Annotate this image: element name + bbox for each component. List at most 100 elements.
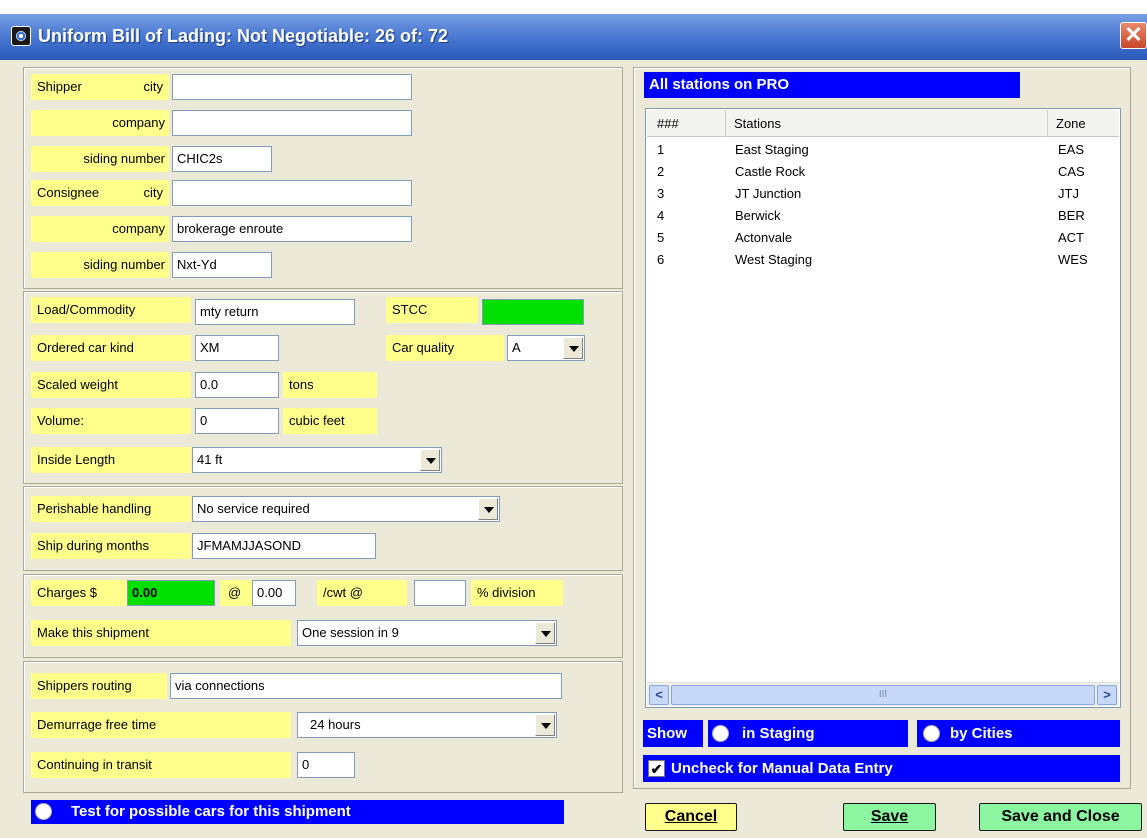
chevron-down-icon[interactable]: [420, 449, 440, 471]
station-zone: JTJ: [1058, 186, 1079, 201]
demurrage-label: Demurrage free time: [31, 712, 291, 738]
table-row[interactable]: 1 East Staging EAS: [647, 139, 1119, 161]
station-name: Berwick: [735, 208, 781, 223]
inside-length-select[interactable]: 41 ft: [192, 447, 442, 473]
perishable-select[interactable]: No service required: [192, 496, 500, 522]
shipper-company-field[interactable]: [172, 110, 412, 136]
inside-length-label: Inside Length: [31, 447, 191, 473]
station-name: JT Junction: [735, 186, 802, 201]
rate-field[interactable]: 0.00: [252, 580, 296, 606]
shipper-city-field[interactable]: [172, 74, 412, 100]
title-bar: Uniform Bill of Lading: Not Negotiable: …: [0, 14, 1147, 60]
station-name: West Staging: [735, 252, 813, 267]
in-staging-option[interactable]: in Staging: [708, 720, 908, 747]
weight-label: Scaled weight: [31, 372, 191, 398]
perishable-label: Perishable handling: [31, 496, 191, 522]
scroll-right-icon[interactable]: >: [1097, 685, 1117, 705]
city-label: city: [143, 185, 164, 200]
car-kind-label: Ordered car kind: [31, 335, 191, 361]
consignee-city-label: Consignee city: [31, 180, 169, 206]
table-row[interactable]: 2 Castle Rock CAS: [647, 161, 1119, 183]
close-button[interactable]: ✕: [1120, 22, 1147, 49]
show-bar: Show: [643, 720, 703, 747]
by-cities-label: by Cities: [950, 725, 1013, 742]
test-cars-radio[interactable]: [35, 803, 52, 820]
save-and-close-button[interactable]: Save and Close: [979, 803, 1142, 831]
transit-field[interactable]: 0: [297, 752, 355, 778]
demurrage-select[interactable]: 24 hours: [297, 712, 557, 738]
inside-length-value: 41 ft: [197, 452, 223, 467]
column-header-number[interactable]: ###: [647, 110, 726, 137]
car-quality-select[interactable]: A: [507, 335, 585, 361]
stations-list-header: ### Stations Zone: [647, 110, 1119, 137]
chevron-down-icon[interactable]: [535, 622, 555, 644]
table-row[interactable]: 5 Actonvale ACT: [647, 227, 1119, 249]
table-row[interactable]: 4 Berwick BER: [647, 205, 1119, 227]
chevron-down-icon[interactable]: [535, 714, 555, 736]
car-kind-field[interactable]: XM: [195, 335, 279, 361]
station-name: Actonvale: [735, 230, 793, 245]
cancel-button[interactable]: Cancel: [645, 803, 737, 831]
chevron-down-icon[interactable]: [478, 498, 498, 520]
volume-field[interactable]: 0: [195, 408, 279, 434]
station-number: 6: [657, 252, 665, 267]
screen-edge: [0, 0, 1147, 14]
save-button[interactable]: Save: [843, 803, 936, 831]
volume-unit: cubic feet: [283, 408, 377, 434]
by-cities-option[interactable]: by Cities: [917, 720, 1120, 747]
save-label: Save: [870, 808, 909, 825]
column-header-zone[interactable]: Zone: [1048, 110, 1119, 137]
by-cities-radio[interactable]: [923, 725, 940, 742]
scroll-left-icon[interactable]: <: [649, 685, 669, 705]
consignee-company-field[interactable]: brokerage enroute: [172, 216, 412, 242]
manual-entry-option[interactable]: ✔ Uncheck for Manual Data Entry: [643, 755, 1120, 782]
cancel-label: Cancel: [664, 808, 718, 825]
consignee-city-field[interactable]: [172, 180, 412, 206]
shipper-siding-label: siding number: [31, 146, 169, 172]
cwt-label: /cwt @: [317, 580, 407, 606]
in-staging-label: in Staging: [742, 725, 815, 742]
car-quality-value: A: [512, 340, 521, 355]
stcc-label: STCC: [386, 297, 478, 323]
show-label: Show: [647, 725, 687, 742]
commodity-field[interactable]: mty return: [195, 299, 355, 325]
station-zone: ACT: [1058, 230, 1084, 245]
consignee-company-label: company: [31, 216, 169, 242]
save-and-close-label: Save and Close: [1001, 808, 1120, 825]
station-zone: EAS: [1058, 142, 1085, 157]
shipper-city-label: Shipper city: [31, 74, 169, 100]
table-row[interactable]: 6 West Staging WES: [647, 249, 1119, 271]
at-label: @: [220, 580, 252, 606]
in-staging-radio[interactable]: [712, 725, 729, 742]
transit-label: Continuing in transit: [31, 752, 291, 778]
charges-field[interactable]: 0.00: [127, 580, 215, 606]
table-row[interactable]: 3 JT Junction JTJ: [647, 183, 1119, 205]
shippers-routing-field[interactable]: via connections: [170, 673, 562, 699]
ship-months-field[interactable]: JFMAMJJASOND: [192, 533, 376, 559]
consignee-label: Consignee: [37, 185, 100, 200]
consignee-siding-label: siding number: [31, 252, 169, 278]
column-header-stations[interactable]: Stations: [726, 110, 1048, 137]
station-name: Castle Rock: [735, 164, 806, 179]
weight-field[interactable]: 0.0: [195, 372, 279, 398]
make-shipment-select[interactable]: One session in 9: [297, 620, 557, 646]
volume-label: Volume:: [31, 408, 191, 434]
division-field[interactable]: [414, 580, 466, 606]
consignee-siding-field[interactable]: Nxt-Yd: [172, 252, 272, 278]
station-number: 3: [657, 186, 665, 201]
shippers-routing-label: Shippers routing: [31, 673, 167, 699]
scroll-thumb[interactable]: III: [671, 685, 1095, 705]
stations-list[interactable]: ### Stations Zone 1 East Staging EAS 2 Castl…: [645, 108, 1121, 708]
shipper-company-label: company: [31, 110, 169, 136]
stcc-field[interactable]: [482, 299, 584, 325]
manual-entry-checkbox[interactable]: ✔: [648, 760, 665, 777]
commodity-label: Load/Commodity: [31, 297, 191, 323]
chevron-down-icon[interactable]: [563, 337, 583, 359]
stations-header: All stations on PRO: [644, 72, 1020, 98]
horizontal-scrollbar[interactable]: < III >: [647, 682, 1119, 706]
test-cars-radio-bar[interactable]: Test for possible cars for this shipment: [31, 800, 564, 824]
shipper-label: Shipper: [37, 79, 82, 94]
app-icon: [11, 26, 31, 46]
perishable-value: No service required: [197, 501, 310, 516]
shipper-siding-field[interactable]: CHIC2s: [172, 146, 272, 172]
